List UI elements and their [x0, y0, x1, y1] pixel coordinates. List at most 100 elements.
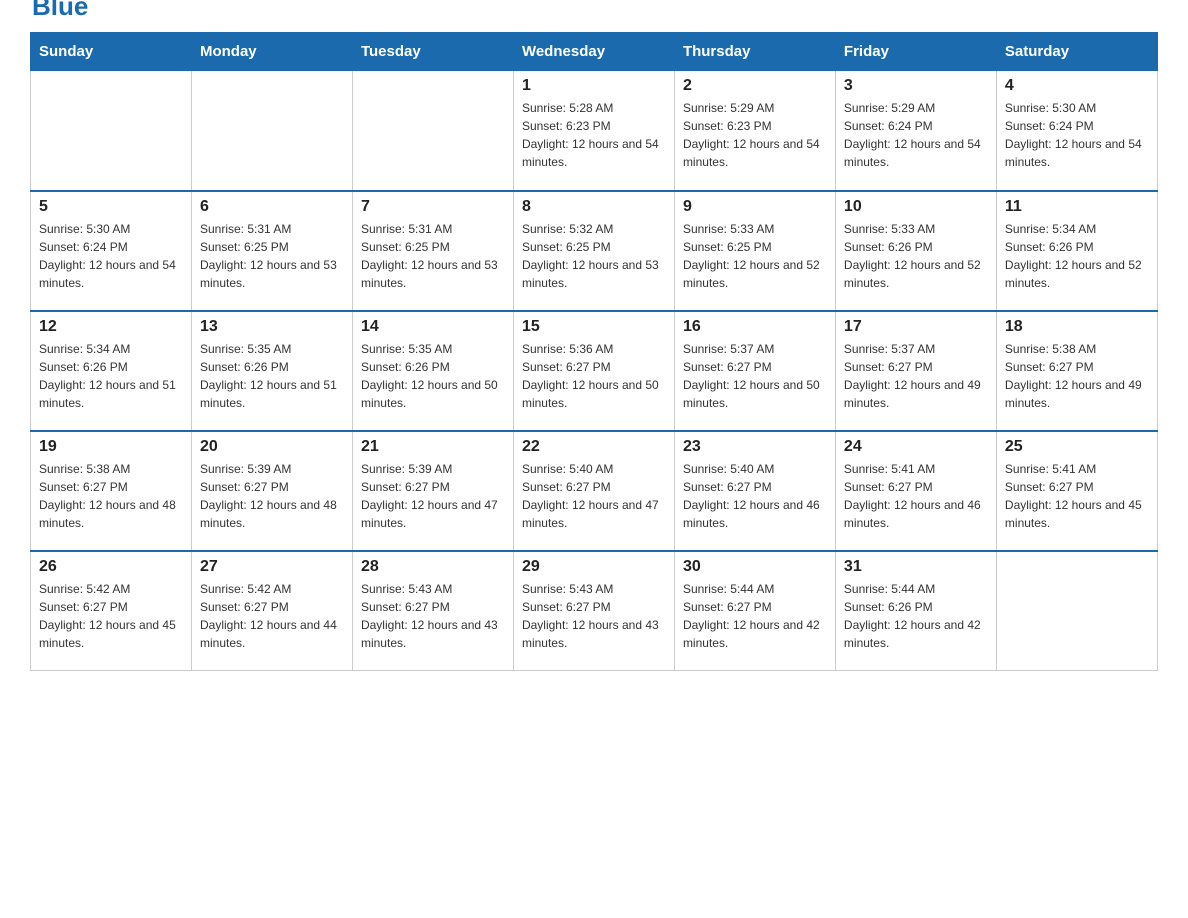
calendar-cell: 24Sunrise: 5:41 AMSunset: 6:27 PMDayligh…: [835, 431, 996, 551]
calendar-header-row: SundayMondayTuesdayWednesdayThursdayFrid…: [31, 33, 1158, 71]
calendar-week-1: 1Sunrise: 5:28 AMSunset: 6:23 PMDaylight…: [31, 71, 1158, 191]
day-number: 21: [361, 438, 505, 456]
calendar-week-4: 19Sunrise: 5:38 AMSunset: 6:27 PMDayligh…: [31, 431, 1158, 551]
calendar-cell: 5 Sunrise: 5:30 AMSunset: 6:24 PMDaylight…: [31, 191, 192, 311]
day-number: 27: [200, 558, 344, 576]
day-info: Sunrise: 5:30 AMSunset: 6:24 PMDaylight:…: [1005, 99, 1149, 171]
day-number: 15: [522, 318, 666, 336]
day-info: Sunrise: 5:29 AMSunset: 6:23 PMDaylight:…: [683, 99, 827, 171]
day-number: 8: [522, 198, 666, 216]
calendar-cell: [31, 71, 192, 191]
day-info: Sunrise: 5:30 AMSunset: 6:24 PMDaylight:…: [39, 220, 183, 292]
day-info: Sunrise: 5:33 AMSunset: 6:26 PMDaylight:…: [844, 220, 988, 292]
calendar-cell: 8 Sunrise: 5:32 AMSunset: 6:25 PMDaylight…: [513, 191, 674, 311]
day-number: 23: [683, 438, 827, 456]
calendar-header-sunday: Sunday: [31, 33, 192, 71]
day-number: 30: [683, 558, 827, 576]
calendar-table: SundayMondayTuesdayWednesdayThursdayFrid…: [30, 32, 1158, 671]
day-number: 13: [200, 318, 344, 336]
calendar-cell: 4 Sunrise: 5:30 AMSunset: 6:24 PMDaylight…: [996, 71, 1157, 191]
day-info: Sunrise: 5:39 AMSunset: 6:27 PMDaylight:…: [361, 460, 505, 532]
calendar-cell: 23Sunrise: 5:40 AMSunset: 6:27 PMDayligh…: [674, 431, 835, 551]
day-info: Sunrise: 5:32 AMSunset: 6:25 PMDaylight:…: [522, 220, 666, 292]
calendar-cell: 6Sunrise: 5:31 AMSunset: 6:25 PMDaylight…: [191, 191, 352, 311]
day-info: Sunrise: 5:33 AMSunset: 6:25 PMDaylight:…: [683, 220, 827, 292]
day-info: Sunrise: 5:43 AMSunset: 6:27 PMDaylight:…: [522, 580, 666, 652]
day-info: Sunrise: 5:35 AMSunset: 6:26 PMDaylight:…: [361, 340, 505, 412]
day-number: 10: [844, 198, 988, 216]
day-number: 17: [844, 318, 988, 336]
calendar-cell: 25 Sunrise: 5:41 AMSunset: 6:27 PMDayligh…: [996, 431, 1157, 551]
calendar-header-saturday: Saturday: [996, 33, 1157, 71]
day-info: Sunrise: 5:44 AMSunset: 6:27 PMDaylight:…: [683, 580, 827, 652]
day-info: Sunrise: 5:41 AMSunset: 6:27 PMDaylight:…: [1005, 460, 1149, 532]
calendar-cell: 18Sunrise: 5:38 AMSunset: 6:27 PMDayligh…: [996, 311, 1157, 431]
day-number: 9: [683, 198, 827, 216]
day-info: Sunrise: 5:42 AMSunset: 6:27 PMDaylight:…: [39, 580, 183, 652]
day-info: Sunrise: 5:35 AMSunset: 6:26 PMDaylight:…: [200, 340, 344, 412]
calendar-cell: 31 Sunrise: 5:44 AMSunset: 6:26 PMDayligh…: [835, 551, 996, 671]
calendar-cell: 2 Sunrise: 5:29 AMSunset: 6:23 PMDaylight…: [674, 71, 835, 191]
calendar-cell: 26Sunrise: 5:42 AMSunset: 6:27 PMDayligh…: [31, 551, 192, 671]
day-info: Sunrise: 5:31 AMSunset: 6:25 PMDaylight:…: [361, 220, 505, 292]
day-info: Sunrise: 5:42 AMSunset: 6:27 PMDaylight:…: [200, 580, 344, 652]
day-info: Sunrise: 5:34 AMSunset: 6:26 PMDaylight:…: [39, 340, 183, 412]
calendar-cell: 27 Sunrise: 5:42 AMSunset: 6:27 PMDayligh…: [191, 551, 352, 671]
day-number: 7: [361, 198, 505, 216]
calendar-body: 1Sunrise: 5:28 AMSunset: 6:23 PMDaylight…: [31, 71, 1158, 671]
day-number: 22: [522, 438, 666, 456]
calendar-cell: 29 Sunrise: 5:43 AMSunset: 6:27 PMDayligh…: [513, 551, 674, 671]
calendar-cell: 11 Sunrise: 5:34 AMSunset: 6:26 PMDayligh…: [996, 191, 1157, 311]
day-number: 4: [1005, 77, 1149, 95]
day-number: 31: [844, 558, 988, 576]
day-number: 20: [200, 438, 344, 456]
day-number: 6: [200, 198, 344, 216]
calendar-week-2: 5 Sunrise: 5:30 AMSunset: 6:24 PMDaylight…: [31, 191, 1158, 311]
day-number: 11: [1005, 198, 1149, 216]
calendar-cell: 12 Sunrise: 5:34 AMSunset: 6:26 PMDayligh…: [31, 311, 192, 431]
calendar-cell: 20 Sunrise: 5:39 AMSunset: 6:27 PMDayligh…: [191, 431, 352, 551]
day-number: 19: [39, 438, 183, 456]
day-number: 28: [361, 558, 505, 576]
day-number: 29: [522, 558, 666, 576]
calendar-cell: 3 Sunrise: 5:29 AMSunset: 6:24 PMDaylight…: [835, 71, 996, 191]
day-info: Sunrise: 5:40 AMSunset: 6:27 PMDaylight:…: [522, 460, 666, 532]
calendar-header-monday: Monday: [191, 33, 352, 71]
day-info: Sunrise: 5:29 AMSunset: 6:24 PMDaylight:…: [844, 99, 988, 171]
calendar-cell: 15 Sunrise: 5:36 AMSunset: 6:27 PMDayligh…: [513, 311, 674, 431]
calendar-cell: 9 Sunrise: 5:33 AMSunset: 6:25 PMDaylight…: [674, 191, 835, 311]
calendar-cell: 14 Sunrise: 5:35 AMSunset: 6:26 PMDayligh…: [352, 311, 513, 431]
day-info: Sunrise: 5:34 AMSunset: 6:26 PMDaylight:…: [1005, 220, 1149, 292]
day-number: 2: [683, 77, 827, 95]
calendar-cell: 7 Sunrise: 5:31 AMSunset: 6:25 PMDaylight…: [352, 191, 513, 311]
calendar-cell: [352, 71, 513, 191]
calendar-cell: 30 Sunrise: 5:44 AMSunset: 6:27 PMDayligh…: [674, 551, 835, 671]
day-info: Sunrise: 5:28 AMSunset: 6:23 PMDaylight:…: [522, 99, 666, 171]
day-number: 25: [1005, 438, 1149, 456]
calendar-cell: 28 Sunrise: 5:43 AMSunset: 6:27 PMDayligh…: [352, 551, 513, 671]
day-number: 3: [844, 77, 988, 95]
day-number: 12: [39, 318, 183, 336]
calendar-cell: 13 Sunrise: 5:35 AMSunset: 6:26 PMDayligh…: [191, 311, 352, 431]
day-number: 5: [39, 198, 183, 216]
calendar-week-5: 26Sunrise: 5:42 AMSunset: 6:27 PMDayligh…: [31, 551, 1158, 671]
day-info: Sunrise: 5:36 AMSunset: 6:27 PMDaylight:…: [522, 340, 666, 412]
calendar-cell: 19Sunrise: 5:38 AMSunset: 6:27 PMDayligh…: [31, 431, 192, 551]
calendar-cell: 17 Sunrise: 5:37 AMSunset: 6:27 PMDayligh…: [835, 311, 996, 431]
calendar-cell: [191, 71, 352, 191]
calendar-cell: 21 Sunrise: 5:39 AMSunset: 6:27 PMDayligh…: [352, 431, 513, 551]
day-number: 14: [361, 318, 505, 336]
calendar-header-thursday: Thursday: [674, 33, 835, 71]
calendar-cell: 10 Sunrise: 5:33 AMSunset: 6:26 PMDayligh…: [835, 191, 996, 311]
calendar-cell: 22 Sunrise: 5:40 AMSunset: 6:27 PMDayligh…: [513, 431, 674, 551]
day-info: Sunrise: 5:37 AMSunset: 6:27 PMDaylight:…: [844, 340, 988, 412]
day-info: Sunrise: 5:39 AMSunset: 6:27 PMDaylight:…: [200, 460, 344, 532]
calendar-week-3: 12 Sunrise: 5:34 AMSunset: 6:26 PMDayligh…: [31, 311, 1158, 431]
calendar-header-wednesday: Wednesday: [513, 33, 674, 71]
day-info: Sunrise: 5:43 AMSunset: 6:27 PMDaylight:…: [361, 580, 505, 652]
calendar-header-tuesday: Tuesday: [352, 33, 513, 71]
day-info: Sunrise: 5:44 AMSunset: 6:26 PMDaylight:…: [844, 580, 988, 652]
calendar-cell: 1Sunrise: 5:28 AMSunset: 6:23 PMDaylight…: [513, 71, 674, 191]
day-info: Sunrise: 5:37 AMSunset: 6:27 PMDaylight:…: [683, 340, 827, 412]
day-number: 18: [1005, 318, 1149, 336]
